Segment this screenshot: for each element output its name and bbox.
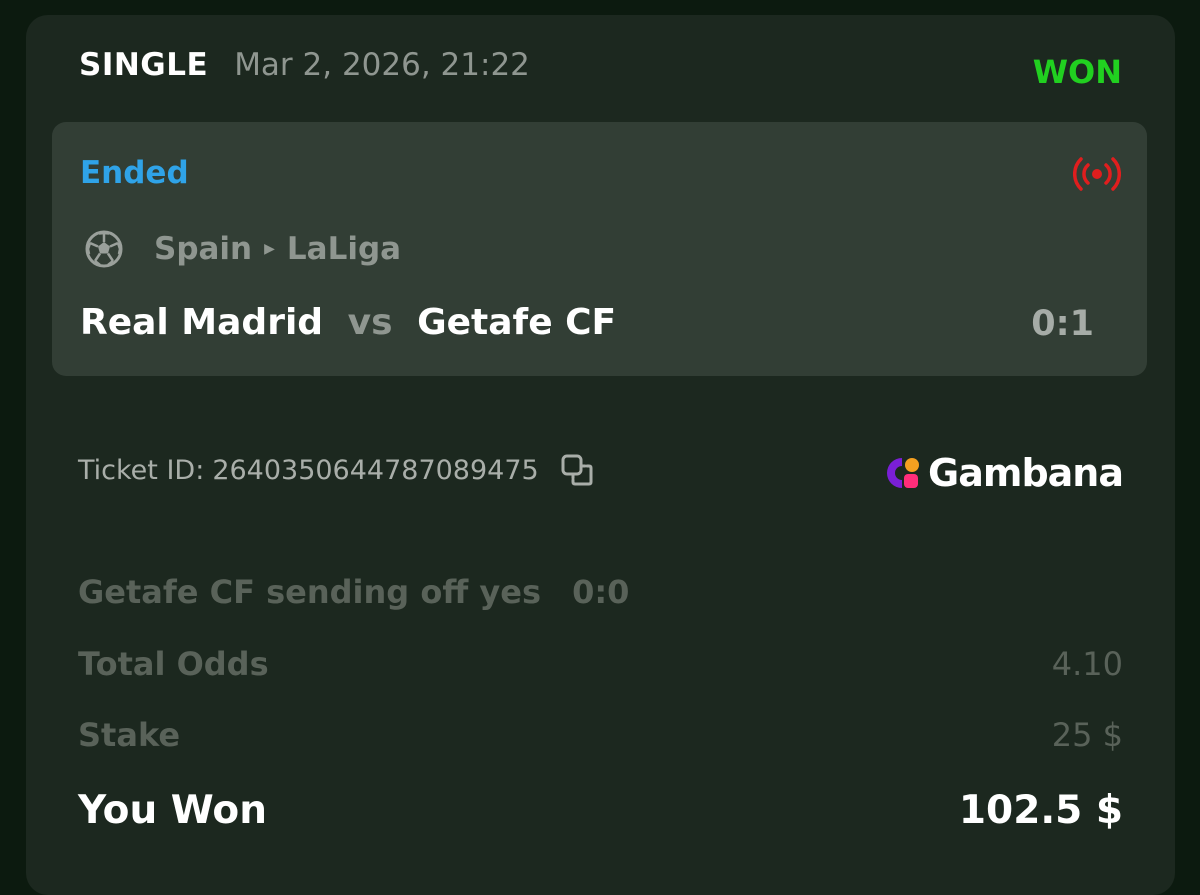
ticket-id-value: 264035064478708947​5 <box>212 454 539 486</box>
league-breadcrumb: Spain ▶ LaLiga <box>84 229 401 269</box>
copy-icon[interactable] <box>559 452 595 488</box>
you-won-value: 102.5 $ <box>958 788 1123 833</box>
brand: Gambana <box>884 451 1124 495</box>
event-score: 0:1 <box>1031 304 1094 344</box>
event-league: LaLiga <box>286 231 402 267</box>
bet-type: SINGLE <box>79 47 209 83</box>
bet-date: Mar 2, 2026, 21:22 <box>234 47 530 83</box>
gambana-logo-icon <box>887 458 920 488</box>
chevron-right-icon: ▶ <box>264 241 275 257</box>
total-odds-row: Total Odds 4.10 <box>78 645 1123 683</box>
brand-name: Gambana <box>928 451 1124 495</box>
soccer-ball-icon <box>85 230 123 268</box>
ticket-id-row: Ticket ID: 264035064478708947​5 <box>78 452 595 488</box>
stake-value: 25 $ <box>1051 716 1123 754</box>
vs-label: vs <box>347 302 393 343</box>
live-broadcast-icon <box>1073 157 1121 191</box>
stake-row: Stake 25 $ <box>78 716 1123 754</box>
bet-ticket-card: SINGLE Mar 2, 2026, 21:22 WON Ended Spai… <box>26 15 1175 895</box>
ticket-id-label: Ticket ID: <box>78 454 205 486</box>
total-odds-label: Total Odds <box>78 645 269 683</box>
you-won-row: You Won 102.5 $ <box>78 788 1123 833</box>
selection-name: Getafe CF sending off yes <box>78 573 541 611</box>
event-state: Ended <box>80 155 189 191</box>
selection-score: 0:0 <box>572 573 630 611</box>
home-team: Real Madrid <box>80 302 324 343</box>
event-country: Spain <box>154 231 253 267</box>
status-badge: WON <box>1032 53 1122 91</box>
stake-label: Stake <box>78 716 181 754</box>
ticket-header: SINGLE Mar 2, 2026, 21:22 <box>79 47 530 83</box>
you-won-label: You Won <box>78 788 267 833</box>
away-team: Getafe CF <box>417 302 617 343</box>
total-odds-value: 4.10 <box>1051 645 1123 683</box>
event-teams: Real Madrid vs Getafe CF <box>80 302 616 343</box>
selection-row: Getafe CF sending off yes 0:0 <box>78 573 1123 611</box>
event-box[interactable]: Ended Spain ▶ LaLiga Real Madrid vs Geta… <box>52 122 1147 376</box>
